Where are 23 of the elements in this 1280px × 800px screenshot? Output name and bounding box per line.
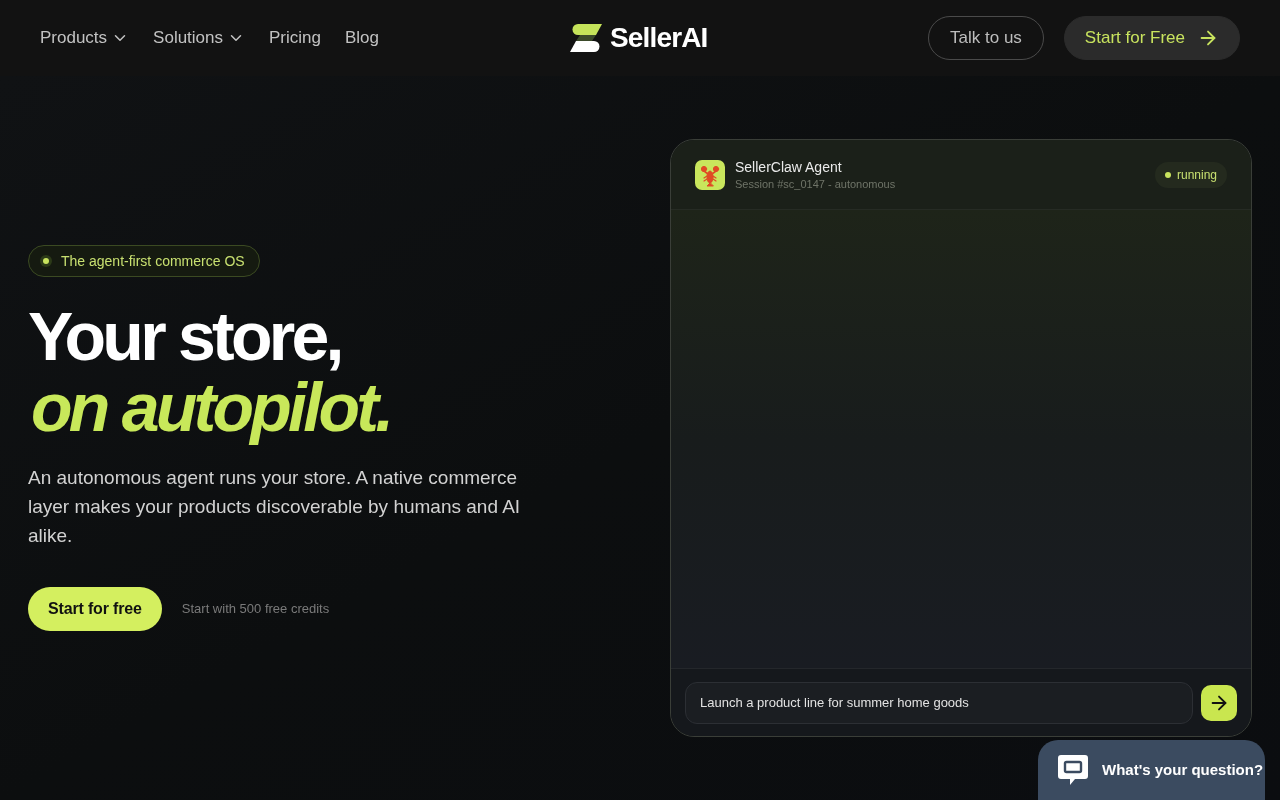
hero-description: An autonomous agent runs your store. A native commerce layer makes your products discoverable by humans and AI alike.: [28, 466, 522, 548]
hero-headline-accent: on autopilot.: [30, 371, 391, 443]
chat-widget-button[interactable]: What's your question?: [1038, 740, 1265, 800]
start-free-button[interactable]: Start for free: [28, 587, 162, 631]
status-dot-icon: [1164, 171, 1171, 178]
status-text: running: [1176, 166, 1217, 184]
nav-link[interactable]: Blog: [345, 25, 380, 51]
status-dot-icon: [40, 255, 52, 267]
prompt-input[interactable]: Launch a product line for summer home goods: [685, 681, 1193, 724]
logo-wordmark: SellerAI: [610, 24, 708, 52]
logo-icon: [570, 24, 602, 52]
hero-headline: Your store,: [28, 301, 342, 371]
send-button[interactable]: [1201, 684, 1237, 721]
nav-link[interactable]: Products: [40, 25, 130, 51]
nav-link[interactable]: Solutions: [153, 25, 246, 51]
nav-link[interactable]: Pricing: [269, 25, 321, 51]
agent-name: SellerClaw Agent: [735, 157, 843, 176]
credits-note: Start with 500 free credits: [181, 600, 330, 619]
lobster-icon: [695, 159, 725, 190]
signup-button[interactable]: Start for Free: [1063, 16, 1240, 60]
session-info: Session #sc_0147 - autonomous: [735, 176, 896, 192]
chat-bubble-icon: [1058, 755, 1088, 785]
tagline-text: The agent-first commerce OS: [61, 251, 245, 271]
